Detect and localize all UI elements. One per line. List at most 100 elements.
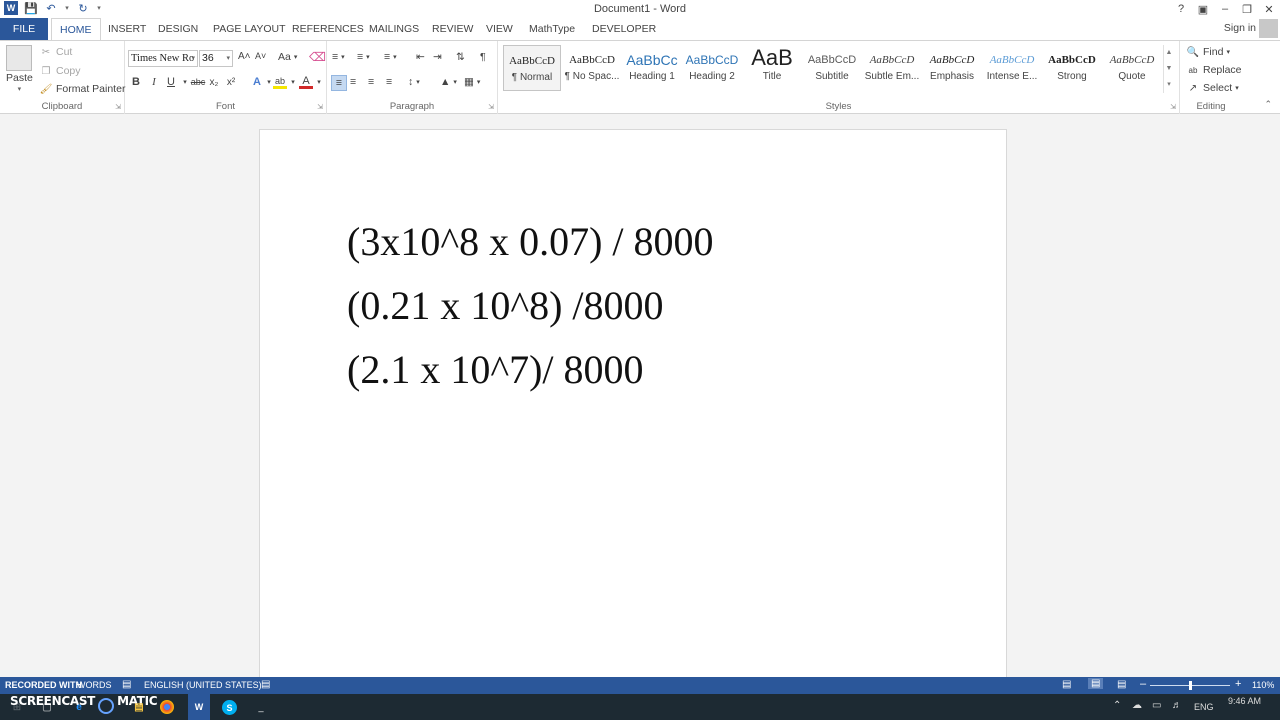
styles-launcher-icon[interactable]: ⇲ xyxy=(1170,103,1176,111)
decrease-indent-icon[interactable]: ⇤ xyxy=(416,51,425,63)
sort-icon[interactable]: ⇅ xyxy=(456,51,465,63)
italic-button[interactable]: I xyxy=(147,75,161,89)
highlight-dropdown-icon[interactable]: ▾ xyxy=(286,75,300,89)
align-left-icon[interactable]: ≡ xyxy=(331,75,347,91)
minimize-icon[interactable]: – xyxy=(1214,0,1236,18)
shading-icon[interactable]: ▲ ▾ xyxy=(440,76,457,88)
styles-more-icon[interactable]: ▾ xyxy=(1164,77,1174,93)
strikethrough-button[interactable]: abc xyxy=(190,75,206,89)
tab-mathtype[interactable]: MathType xyxy=(527,18,577,40)
increase-indent-icon[interactable]: ⇥ xyxy=(433,51,442,63)
bullets-icon[interactable]: ≡ ▾ xyxy=(332,51,345,63)
show-formatting-button[interactable]: ¶ xyxy=(480,51,486,63)
style-strong[interactable]: AaBbCcD Strong xyxy=(1043,45,1101,91)
style-normal[interactable]: AaBbCcD ¶ Normal xyxy=(503,45,561,91)
underline-button[interactable]: U xyxy=(164,75,178,89)
style-emphasis[interactable]: AaBbCcD Emphasis xyxy=(923,45,981,91)
style-subtle-emphasis[interactable]: AaBbCcD Subtle Em... xyxy=(863,45,921,91)
zoom-in-icon[interactable]: + xyxy=(1235,678,1241,690)
tab-review[interactable]: REVIEW xyxy=(430,18,475,40)
tab-design[interactable]: DESIGN xyxy=(156,18,200,40)
font-name-box[interactable]: Times New Ro ▾ xyxy=(128,50,198,67)
language-tray[interactable]: ENG xyxy=(1194,702,1214,712)
style-heading-1[interactable]: AaBbCc Heading 1 xyxy=(623,45,681,91)
clock[interactable]: 9:46 AM xyxy=(1228,696,1261,706)
tab-developer[interactable]: DEVELOPER xyxy=(590,18,658,40)
find-button[interactable]: 🔍 Find ▾ xyxy=(1186,45,1230,59)
font-color-button[interactable]: A xyxy=(299,75,313,89)
skype-icon[interactable]: S xyxy=(222,700,237,715)
chrome-icon[interactable] xyxy=(160,700,174,714)
replace-button[interactable]: ab Replace xyxy=(1186,63,1242,77)
numbering-icon[interactable]: ≡ ▾ xyxy=(357,51,370,63)
sign-in-link[interactable]: Sign in xyxy=(1224,22,1256,34)
start-icon[interactable]: ⊞ xyxy=(8,698,26,716)
web-layout-icon[interactable]: ▤ xyxy=(1117,679,1126,690)
superscript-button[interactable]: x² xyxy=(224,75,238,89)
paste-button[interactable]: Paste ▾ xyxy=(6,45,33,93)
screencast-icon[interactable] xyxy=(98,698,114,714)
font-size-box[interactable]: 36 ▾ xyxy=(199,50,233,67)
shrink-font-button[interactable]: A˅ xyxy=(255,51,266,61)
word-count[interactable]: WORDS xyxy=(77,680,112,690)
volume-icon[interactable]: ♬ xyxy=(1172,700,1182,711)
style-no-spacing[interactable]: AaBbCcD ¶ No Spac... xyxy=(563,45,621,91)
close-icon[interactable]: ✕ xyxy=(1258,0,1280,18)
zoom-level[interactable]: 110% xyxy=(1252,680,1274,690)
tab-mailings[interactable]: MAILINGS xyxy=(367,18,421,40)
zoom-out-icon[interactable]: – xyxy=(1140,678,1146,690)
macro-record-icon[interactable]: ▤ xyxy=(261,679,270,690)
multilevel-list-icon[interactable]: ≡ ▾ xyxy=(384,51,397,63)
copy-button[interactable]: ❐ Copy xyxy=(39,64,81,78)
style-quote[interactable]: AaBbCcD Quote xyxy=(1103,45,1161,91)
edge-icon[interactable]: e xyxy=(70,698,88,716)
task-view-icon[interactable]: ▢ xyxy=(38,698,56,716)
font-launcher-icon[interactable]: ⇲ xyxy=(317,103,323,111)
borders-icon[interactable]: ▦ ▾ xyxy=(464,76,480,88)
line-spacing-icon[interactable]: ↕ ▾ xyxy=(408,76,420,88)
ribbon-display-options-icon[interactable]: ▣ xyxy=(1192,0,1214,18)
bold-button[interactable]: B xyxy=(129,75,143,89)
font-name-dropdown-icon[interactable]: ▾ xyxy=(191,51,195,66)
print-layout-icon[interactable]: ▤ xyxy=(1088,678,1104,689)
style-title[interactable]: AaB Title xyxy=(743,45,801,91)
tab-insert[interactable]: INSERT xyxy=(106,18,148,40)
styles-scroll-down-icon[interactable]: ▼ xyxy=(1164,61,1174,77)
style-subtitle[interactable]: AaBbCcD Subtitle xyxy=(803,45,861,91)
avatar[interactable] xyxy=(1259,19,1278,38)
document-page[interactable]: (3x10^8 x 0.07) / 8000 (0.21 x 10^8) /80… xyxy=(259,129,1007,677)
proofing-icon[interactable]: ▤ xyxy=(122,679,131,690)
command-prompt-icon[interactable]: _ xyxy=(252,698,270,716)
clipboard-launcher-icon[interactable]: ⇲ xyxy=(115,103,121,111)
zoom-slider-thumb[interactable] xyxy=(1189,681,1192,690)
restore-icon[interactable]: ❐ xyxy=(1236,0,1258,18)
align-right-icon[interactable]: ≡ xyxy=(368,76,374,88)
font-color-dropdown-icon[interactable]: ▾ xyxy=(312,75,326,89)
align-center-icon[interactable]: ≡ xyxy=(350,76,356,88)
change-case-button[interactable]: Aa ▾ xyxy=(278,51,297,63)
tab-page-layout[interactable]: PAGE LAYOUT xyxy=(211,18,288,40)
font-size-dropdown-icon[interactable]: ▾ xyxy=(226,51,230,66)
style-heading-2[interactable]: AaBbCcD Heading 2 xyxy=(683,45,741,91)
format-painter-button[interactable]: 🖌 Format Painter xyxy=(39,82,126,96)
tab-file[interactable]: FILE xyxy=(0,18,48,40)
word-taskbar-icon[interactable]: W xyxy=(188,694,210,720)
battery-icon[interactable]: ▭ xyxy=(1152,700,1161,711)
language-indicator[interactable]: ENGLISH (UNITED STATES) xyxy=(144,680,262,690)
highlight-button[interactable]: ab xyxy=(273,75,287,89)
grow-font-button[interactable]: A˄ xyxy=(238,51,251,62)
tab-references[interactable]: REFERENCES xyxy=(290,18,366,40)
clear-formatting-icon[interactable]: ⌫ xyxy=(309,50,326,64)
paragraph-launcher-icon[interactable]: ⇲ xyxy=(488,103,494,111)
tray-overflow-icon[interactable]: ⌃ xyxy=(1113,700,1121,711)
justify-icon[interactable]: ≡ xyxy=(386,76,392,88)
network-icon[interactable]: ☁ xyxy=(1132,700,1142,711)
subscript-button[interactable]: x₂ xyxy=(207,75,221,89)
tab-view[interactable]: VIEW xyxy=(484,18,515,40)
tab-home[interactable]: HOME xyxy=(51,18,101,41)
style-intense-emphasis[interactable]: AaBbCcD Intense E... xyxy=(983,45,1041,91)
cut-button[interactable]: ✂ Cut xyxy=(39,45,73,59)
help-icon[interactable]: ? xyxy=(1170,0,1192,18)
file-explorer-icon[interactable]: ▤ xyxy=(130,698,148,716)
collapse-ribbon-icon[interactable]: ⌃ xyxy=(1264,99,1272,110)
